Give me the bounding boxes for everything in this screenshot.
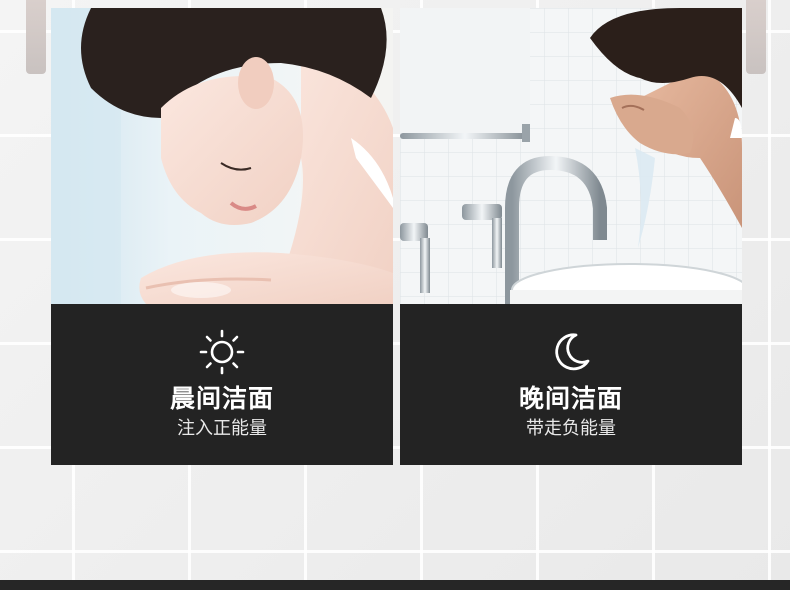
bottom-bar <box>0 580 790 590</box>
evening-subtitle: 带走负能量 <box>526 418 616 439</box>
background-edge-left <box>26 0 46 74</box>
morning-subtitle: 注入正能量 <box>177 418 267 439</box>
evening-card: 晚间洁面 带走负能量 <box>400 8 742 465</box>
morning-caption: 晨间洁面 注入正能量 <box>51 304 393 465</box>
morning-title: 晨间洁面 <box>169 384 274 413</box>
evening-title: 晚间洁面 <box>518 384 623 413</box>
sun-icon <box>199 329 245 375</box>
morning-photo <box>51 8 393 304</box>
background-edge-right <box>746 0 766 74</box>
morning-card: 晨间洁面 注入正能量 <box>51 8 393 465</box>
evening-photo <box>400 8 742 304</box>
evening-caption: 晚间洁面 带走负能量 <box>400 304 742 465</box>
moon-icon <box>555 333 590 371</box>
